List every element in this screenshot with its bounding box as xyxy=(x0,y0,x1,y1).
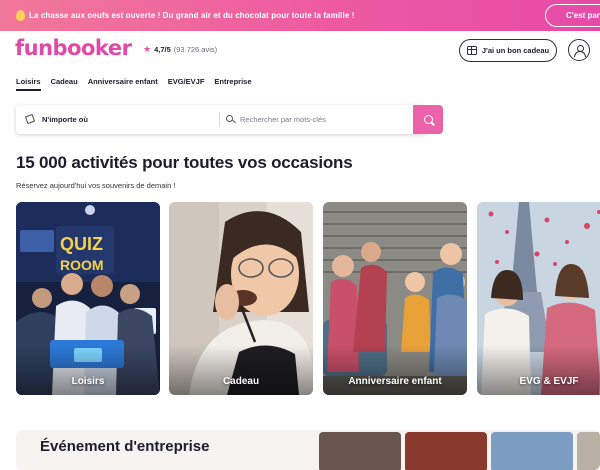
user-icon xyxy=(574,44,586,57)
nav-item-loisirs[interactable]: Loisirs xyxy=(16,77,41,91)
nav-item-cadeau[interactable]: Cadeau xyxy=(51,77,78,91)
nav-item-anniversaire-enfant[interactable]: Anniversaire enfant xyxy=(88,77,158,91)
search-submit-icon xyxy=(423,115,433,124)
corporate-thumbnail xyxy=(491,432,573,470)
anniversaire-photo xyxy=(323,202,467,395)
search-bar: N'importe où xyxy=(16,105,443,134)
search-button[interactable] xyxy=(413,105,443,134)
search-input[interactable] xyxy=(240,113,400,126)
corporate-thumbnail xyxy=(405,432,487,470)
gift-voucher-label: J'ai un bon cadeau xyxy=(481,46,550,55)
rating-summary[interactable]: ★ 4,7/5 (93 726 avis) xyxy=(143,44,218,55)
promo-cta-button[interactable]: C'est parti xyxy=(545,4,600,27)
search-divider xyxy=(219,112,220,127)
funbooker-logo[interactable]: funbooker xyxy=(15,36,132,60)
category-card-evg-evjf[interactable]: EVG & EVJF xyxy=(477,202,600,395)
section-title: Événement d'entreprise xyxy=(40,438,210,455)
svg-text:QUIZ: QUIZ xyxy=(60,234,103,254)
category-card-anniversaire-enfant[interactable]: Anniversaire enfant xyxy=(323,202,467,395)
rating-value: 4,7/5 xyxy=(154,45,171,54)
page-title: 15 000 activités pour toutes vos occasio… xyxy=(16,153,353,172)
category-label: Loisirs xyxy=(71,376,105,387)
corporate-events-section[interactable]: Événement d'entreprise xyxy=(16,430,600,470)
page-subtitle: Réservez aujourd'hui vos souvenirs de de… xyxy=(16,181,176,190)
location-icon xyxy=(24,113,36,125)
promo-text: La chasse aux oeufs est ouverte ! Du gra… xyxy=(29,11,355,20)
site-header: funbooker ★ 4,7/5 (93 726 avis) J'ai un … xyxy=(0,31,600,71)
location-selector[interactable]: N'importe où xyxy=(42,115,88,124)
gift-icon xyxy=(466,46,477,55)
cadeau-photo xyxy=(169,202,313,395)
corporate-thumbnail xyxy=(319,432,401,470)
search-icon xyxy=(226,115,233,122)
rating-count: (93 726 avis) xyxy=(173,45,218,54)
main-nav: Loisirs Cadeau Anniversaire enfant EVG/E… xyxy=(16,77,262,91)
star-icon: ★ xyxy=(143,44,152,54)
account-button[interactable] xyxy=(568,39,590,61)
category-card-cadeau[interactable]: Cadeau xyxy=(169,202,313,395)
category-label: Cadeau xyxy=(222,376,260,387)
loisirs-photo: QUIZ ROOM xyxy=(16,202,160,395)
corporate-thumbnail xyxy=(577,432,600,470)
category-card-loisirs[interactable]: QUIZ ROOM Loisirs xyxy=(16,202,160,395)
promo-banner: La chasse aux oeufs est ouverte ! Du gra… xyxy=(0,0,600,31)
category-label: EVG & EVJF xyxy=(519,376,579,387)
svg-text:ROOM: ROOM xyxy=(60,257,104,273)
nav-item-evg-evjf[interactable]: EVG/EVJF xyxy=(168,77,205,91)
category-label: Anniversaire enfant xyxy=(348,376,442,387)
nav-item-entreprise[interactable]: Entreprise xyxy=(214,77,251,91)
egg-icon xyxy=(16,10,25,21)
evg-evjf-photo xyxy=(477,202,600,395)
gift-voucher-button[interactable]: J'ai un bon cadeau xyxy=(459,39,557,62)
